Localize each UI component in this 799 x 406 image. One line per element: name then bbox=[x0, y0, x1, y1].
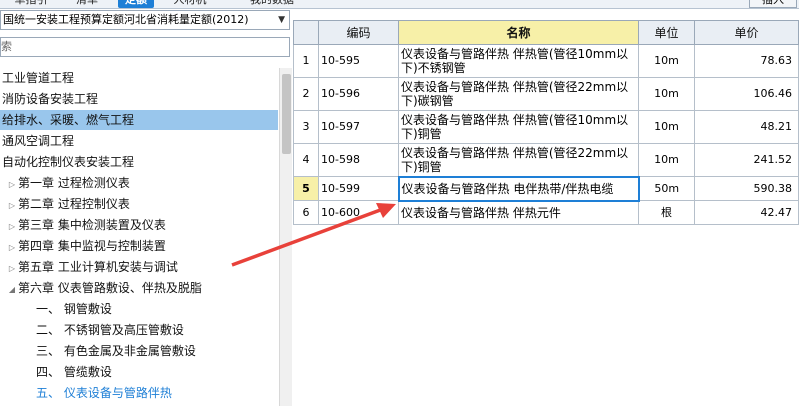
name-cell[interactable]: 仪表设备与管路伴热 伴热管(管径22mm以下)碳钢管 bbox=[398, 77, 639, 111]
quota-library-select[interactable]: 国统一安装工程预算定额河北省消耗量定额(2012) ▼ bbox=[0, 10, 290, 30]
tree-item-label: 工业管道工程 bbox=[2, 71, 75, 85]
tree-item-label: 给排水、采暖、燃气工程 bbox=[2, 113, 135, 127]
tree-item[interactable]: 四、 管缆敷设 bbox=[0, 362, 278, 382]
table-row[interactable]: 4 10-598 仪表设备与管路伴热 伴热管(管径22mm以下)铜管 10m 241.5… bbox=[293, 143, 799, 177]
row-index-cell[interactable]: 4 bbox=[293, 143, 319, 177]
tree-item-label: 消防设备安装工程 bbox=[2, 92, 99, 106]
tree-item[interactable]: ▷ 第一章 过程检测仪表 bbox=[0, 173, 278, 193]
expand-icon[interactable]: ▷ bbox=[6, 196, 18, 216]
tree-item[interactable]: 通风空调工程 bbox=[0, 131, 278, 151]
name-column-header[interactable]: 名称 bbox=[398, 20, 639, 45]
tree-item[interactable]: ▷ 第四章 集中监视与控制装置 bbox=[0, 236, 278, 256]
tree-item-label: 第五章 工业计算机安装与调试 bbox=[18, 260, 178, 274]
quota-grid: 编码 名称 单位 单价 1 10-595 仪表设备与管路伴热 伴热管(管径10mm以… bbox=[293, 20, 799, 406]
tree-item[interactable]: 三、 有色金属及非金属管敷设 bbox=[0, 341, 278, 361]
scrollbar-thumb[interactable] bbox=[282, 74, 291, 154]
expand-icon[interactable]: ▷ bbox=[6, 259, 18, 279]
tree-item-label: 自动化控制仪表安装工程 bbox=[2, 155, 135, 169]
tab-quota[interactable]: 定额 bbox=[118, 0, 154, 8]
price-cell[interactable]: 78.63 bbox=[694, 44, 799, 78]
price-cell[interactable]: 48.21 bbox=[694, 110, 799, 144]
table-row[interactable]: 1 10-595 仪表设备与管路伴热 伴热管(管径10mm以下)不锈钢管 10m 78.… bbox=[293, 44, 799, 78]
tab-my-data[interactable]: 我的数据 bbox=[244, 0, 300, 8]
tree-item[interactable]: ▷ 第三章 集中检测装置及仪表 bbox=[0, 215, 278, 235]
table-row[interactable]: 3 10-597 仪表设备与管路伴热 伴热管(管径10mm以下)铜管 10m 48.21 bbox=[293, 110, 799, 144]
tree-item[interactable]: ▷ 第二章 过程控制仪表 bbox=[0, 194, 278, 214]
quota-chapter-tree: 工业管道工程消防设备安装工程给排水、采暖、燃气工程 通风空调工程自动化控制仪表安装… bbox=[0, 68, 278, 406]
tree-item[interactable]: ▷ 第五章 工业计算机安装与调试 bbox=[0, 257, 278, 277]
name-cell[interactable]: 仪表设备与管路伴热 电伴热带/伴热电缆 bbox=[397, 175, 640, 202]
tree-item-label: 二、 不锈钢管及高压管敷设 bbox=[36, 323, 184, 337]
tree-item[interactable]: 一、 钢管敷设 bbox=[0, 299, 278, 319]
insert-button[interactable]: 插入 bbox=[749, 0, 797, 8]
search-input[interactable]: 索 bbox=[0, 37, 290, 57]
price-cell[interactable]: 590.38 bbox=[694, 176, 799, 201]
tree-item-label: 第六章 仪表管路敷设、伴热及脱脂 bbox=[18, 281, 202, 295]
row-index-cell[interactable]: 5 bbox=[293, 176, 319, 201]
tab-bill[interactable]: 清单 bbox=[68, 0, 106, 8]
code-cell[interactable]: 10-597 bbox=[318, 110, 399, 144]
price-cell[interactable]: 42.47 bbox=[694, 200, 799, 225]
code-cell[interactable]: 10-598 bbox=[318, 143, 399, 177]
tab-labor-material-machine[interactable]: 人材机 bbox=[168, 0, 212, 8]
code-cell[interactable]: 10-595 bbox=[318, 44, 399, 78]
unit-column-header[interactable]: 单位 bbox=[638, 20, 695, 45]
unit-cell[interactable]: 10m bbox=[638, 77, 695, 111]
index-column-header bbox=[293, 20, 319, 45]
unit-cell[interactable]: 50m bbox=[638, 176, 695, 201]
unit-cell[interactable]: 根 bbox=[638, 200, 695, 225]
row-index-cell[interactable]: 3 bbox=[293, 110, 319, 144]
expand-icon[interactable]: ▷ bbox=[6, 175, 18, 195]
tree-item[interactable]: 二、 不锈钢管及高压管敷设 bbox=[0, 320, 278, 340]
unit-cell[interactable]: 10m bbox=[638, 143, 695, 177]
expand-icon[interactable]: ▷ bbox=[6, 217, 18, 237]
tree-item-label: 四、 管缆敷设 bbox=[36, 365, 112, 379]
tree-item-label: 五、 仪表设备与管路伴热 bbox=[36, 386, 172, 400]
table-row[interactable]: 5 10-599 仪表设备与管路伴热 电伴热带/伴热电缆 50m 590.38 bbox=[293, 175, 799, 202]
code-column-header[interactable]: 编码 bbox=[318, 20, 399, 45]
grid-header-row: 编码 名称 单位 单价 bbox=[293, 20, 799, 45]
name-cell[interactable]: 仪表设备与管路伴热 伴热管(管径10mm以下)铜管 bbox=[398, 110, 639, 144]
row-index-cell[interactable]: 1 bbox=[293, 44, 319, 78]
tree-scrollbar[interactable] bbox=[279, 68, 292, 406]
price-cell[interactable]: 241.52 bbox=[694, 143, 799, 177]
tree-item[interactable]: 自动化控制仪表安装工程 bbox=[0, 152, 278, 172]
tree-item[interactable]: 工业管道工程 bbox=[0, 68, 278, 88]
unit-cell[interactable]: 10m bbox=[638, 110, 695, 144]
collapse-icon[interactable]: ◢ bbox=[6, 280, 18, 300]
code-cell[interactable]: 10-599 bbox=[318, 176, 399, 201]
price-column-header[interactable]: 单价 bbox=[694, 20, 799, 45]
chevron-down-icon[interactable]: ▼ bbox=[278, 11, 285, 29]
tree-item[interactable]: ◢ 第六章 仪表管路敷设、伴热及脱脂 bbox=[0, 278, 278, 298]
name-cell[interactable]: 仪表设备与管路伴热 伴热管(管径10mm以下)不锈钢管 bbox=[398, 44, 639, 78]
tree-item-label: 三、 有色金属及非金属管敷设 bbox=[36, 344, 196, 358]
tree-item[interactable]: 五、 仪表设备与管路伴热 bbox=[0, 383, 278, 403]
row-index-cell[interactable]: 6 bbox=[293, 200, 319, 225]
code-cell[interactable]: 10-596 bbox=[318, 77, 399, 111]
code-cell[interactable]: 10-600 bbox=[318, 200, 399, 225]
tree-item-label: 第四章 集中监视与控制装置 bbox=[18, 239, 166, 253]
tree-item[interactable]: 消防设备安装工程 bbox=[0, 89, 278, 109]
tree-item-label: 通风空调工程 bbox=[2, 134, 75, 148]
tab-list-guide[interactable]: 单指引 bbox=[0, 0, 62, 8]
tree-item-label: 第三章 集中检测装置及仪表 bbox=[18, 218, 166, 232]
search-placeholder: 索 bbox=[1, 40, 12, 53]
tree-item[interactable]: 给排水、采暖、燃气工程 bbox=[0, 110, 278, 130]
tree-item-label: 一、 钢管敷设 bbox=[36, 302, 112, 316]
name-cell[interactable]: 仪表设备与管路伴热 伴热元件 bbox=[398, 200, 639, 225]
table-row[interactable]: 6 10-600 仪表设备与管路伴热 伴热元件根 42.47 bbox=[293, 200, 799, 225]
price-cell[interactable]: 106.46 bbox=[694, 77, 799, 111]
row-index-cell[interactable]: 2 bbox=[293, 77, 319, 111]
tree-item-label: 第二章 过程控制仪表 bbox=[18, 197, 130, 211]
name-cell[interactable]: 仪表设备与管路伴热 伴热管(管径22mm以下)铜管 bbox=[398, 143, 639, 177]
expand-icon[interactable]: ▷ bbox=[6, 238, 18, 258]
table-row[interactable]: 2 10-596 仪表设备与管路伴热 伴热管(管径22mm以下)碳钢管 10m 106.… bbox=[293, 77, 799, 111]
unit-cell[interactable]: 10m bbox=[638, 44, 695, 78]
quota-library-value: 国统一安装工程预算定额河北省消耗量定额(2012) bbox=[3, 13, 249, 26]
top-tab-strip: 单指引 清单 定额 人材机 我的数据 插入 bbox=[0, 0, 799, 9]
tree-item-label: 第一章 过程检测仪表 bbox=[18, 176, 130, 190]
